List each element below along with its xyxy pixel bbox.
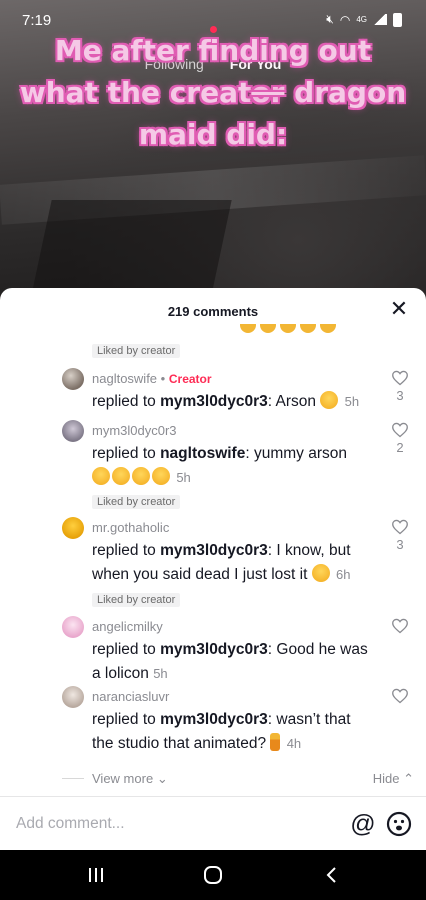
comment-username[interactable]: mym3l0dyc0r3: [92, 423, 177, 438]
partial-emoji-row: [240, 324, 340, 334]
reply-mention[interactable]: nagltoswife: [160, 445, 245, 462]
reply-mention[interactable]: mym3l0dyc0r3: [160, 393, 268, 410]
mention-icon[interactable]: @: [350, 811, 376, 837]
comment-text: : Arson: [267, 393, 317, 410]
comment-time: 4h: [286, 736, 302, 751]
comment-time: 6h: [336, 567, 351, 582]
emoji-partial: [300, 324, 316, 333]
battery-icon: [393, 12, 402, 27]
home-icon[interactable]: [201, 865, 225, 885]
view-more-label[interactable]: View more: [92, 771, 153, 786]
reply-mention[interactable]: mym3l0dyc0r3: [160, 711, 268, 728]
system-navigation-bar: [0, 850, 426, 900]
avatar[interactable]: [62, 420, 84, 442]
like-count: 3: [396, 537, 404, 552]
reply-mention[interactable]: mym3l0dyc0r3: [160, 542, 268, 559]
comment-username[interactable]: nagltoswife • Creator: [92, 371, 212, 386]
signal-icon: [373, 14, 387, 25]
yum-face-icon: [132, 467, 150, 485]
comment-username[interactable]: naranciasluvr: [92, 689, 169, 704]
caption-line-2: what the creator dragon: [8, 72, 418, 114]
view-more-button[interactable]: View more ⌄: [92, 771, 168, 787]
heart-icon[interactable]: [391, 422, 409, 438]
status-icons: 🔇︎ ◠ 4G: [326, 12, 402, 27]
like-button[interactable]: [390, 618, 410, 636]
chevron-down-icon[interactable]: ⌄: [157, 771, 168, 786]
comment-body: replied to nagltoswife: yummy arson 5h: [92, 442, 374, 490]
avatar[interactable]: [62, 686, 84, 708]
caption-line-2-start: what the creat: [19, 76, 252, 109]
emoji-partial: [240, 324, 256, 333]
avatar[interactable]: [62, 517, 84, 539]
like-button[interactable]: [390, 688, 410, 706]
heart-icon[interactable]: [391, 618, 409, 634]
add-comment-input[interactable]: [16, 809, 326, 839]
emoji-partial: [280, 324, 296, 333]
comment-body: replied to mym3l0dyc0r3: wasn’t that the…: [92, 708, 374, 756]
comment-time: 5h: [176, 470, 191, 485]
chevron-up-icon[interactable]: ⌃: [403, 771, 414, 786]
hide-button[interactable]: Hide ⌃: [373, 771, 414, 787]
heart-icon[interactable]: [391, 370, 409, 386]
liked-by-creator-tag: Liked by creator: [92, 344, 181, 358]
reply-prefix: replied to: [92, 711, 161, 728]
like-button[interactable]: 3: [390, 370, 410, 403]
recent-apps-icon[interactable]: [84, 865, 108, 885]
caption-struck-text: or: [251, 76, 285, 109]
caption-line-1: Me after finding out: [54, 34, 372, 67]
heart-icon[interactable]: [391, 688, 409, 704]
comment-text: : yummy arson: [245, 445, 347, 462]
comment-username[interactable]: mr.gothaholic: [92, 520, 169, 535]
like-count: 3: [396, 388, 404, 403]
heart-eyes-icon: [92, 467, 110, 485]
status-time: 7:19: [22, 12, 52, 29]
comment-composer: @: [0, 796, 426, 850]
emoji-partial: [320, 324, 336, 333]
comment-time: 5h: [344, 394, 360, 409]
comment-body: replied to mym3l0dyc0r3: Arson 5h: [92, 390, 374, 414]
network-label: 4G: [356, 15, 367, 24]
hide-label[interactable]: Hide: [373, 771, 400, 786]
reply-prefix: replied to: [92, 542, 161, 559]
close-icon[interactable]: ✕: [388, 298, 410, 320]
smiling-face-with-hearts-icon: [320, 391, 339, 409]
wifi-icon: ◠: [339, 12, 351, 27]
comments-sheet: 219 comments ✕ Liked by creator nagltosw…: [0, 288, 426, 850]
tired-face-icon: [311, 564, 330, 582]
like-button[interactable]: 3: [390, 519, 410, 552]
comment-username[interactable]: angelicmilky: [92, 619, 163, 634]
view-more-divider: [62, 778, 84, 779]
back-icon[interactable]: [320, 865, 344, 885]
heart-icon[interactable]: [391, 519, 409, 535]
comment-body: replied to mym3l0dyc0r3: I know, but whe…: [92, 539, 374, 587]
reply-prefix: replied to: [92, 445, 161, 462]
creator-badge: Creator: [168, 372, 212, 386]
reply-prefix: replied to: [92, 393, 161, 410]
caption-line-2-end: dragon: [284, 76, 407, 109]
yum-face-icon: [152, 467, 170, 485]
comment-body: replied to mym3l0dyc0r3: Good he was a l…: [92, 638, 374, 686]
liked-by-creator-tag: Liked by creator: [92, 495, 181, 509]
mute-icon: 🔇︎: [326, 12, 334, 26]
video-shadow: [28, 200, 232, 300]
reply-mention[interactable]: mym3l0dyc0r3: [160, 641, 268, 658]
emoji-icon[interactable]: [386, 811, 412, 837]
username-text[interactable]: nagltoswife: [92, 371, 157, 386]
liked-by-creator-tag: Liked by creator: [92, 593, 181, 607]
comment-time: 5h: [153, 666, 168, 681]
reply-prefix: replied to: [92, 641, 161, 658]
emoji-partial: [260, 324, 276, 333]
avatar[interactable]: [62, 616, 84, 638]
person-standing-icon: [270, 733, 281, 751]
meme-caption: Me after finding out what the creator dr…: [8, 30, 418, 156]
heart-eyes-icon: [112, 467, 130, 485]
comments-header: 219 comments ✕: [0, 288, 426, 334]
like-button[interactable]: 2: [390, 422, 410, 455]
like-count: 2: [396, 440, 404, 455]
smiley-icon[interactable]: [386, 811, 412, 837]
caption-line-3: maid did:: [138, 118, 288, 151]
avatar[interactable]: [62, 368, 84, 390]
comments-count-title: 219 comments: [167, 304, 259, 319]
